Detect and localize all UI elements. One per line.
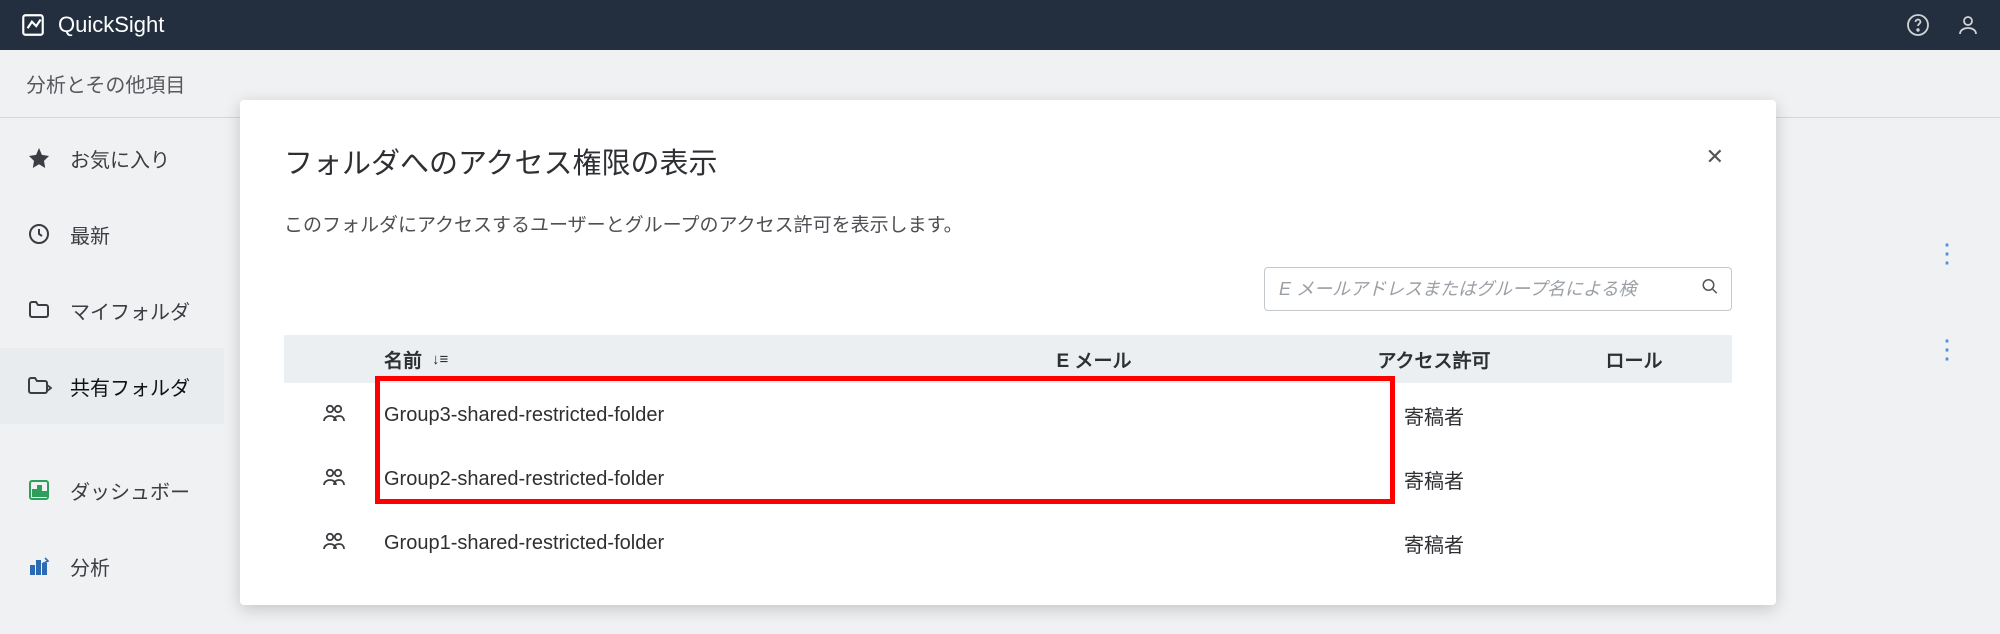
close-icon[interactable]: ✕ [1698,140,1732,174]
table-row: Group3-shared-restricted-folder 寄稿者 [284,383,1732,447]
row-name: Group2-shared-restricted-folder [384,468,864,491]
sort-icon: ↓≡ [432,351,448,368]
modal-header: フォルダへのアクセス権限の表示 ✕ [240,100,1776,182]
table-row: Group2-shared-restricted-folder 寄稿者 [284,447,1732,511]
row-name: Group3-shared-restricted-folder [384,404,864,427]
header-left: QuickSight [20,12,164,38]
table-row: Group1-shared-restricted-folder 寄稿者 [284,511,1732,575]
search-box[interactable] [1264,267,1732,311]
row-actions-column: ⋮ ⋮ [1934,240,1960,362]
col-header-role[interactable]: ロール [1544,346,1724,373]
table-body: Group3-shared-restricted-folder 寄稿者 Grou… [284,383,1732,575]
table-header: 名前 ↓≡ E メール アクセス許可 ロール [284,335,1732,383]
sidebar-item-analysis[interactable]: 分析 [0,528,224,604]
dashboard-icon [26,478,52,502]
col-header-name[interactable]: 名前 ↓≡ [384,346,864,373]
group-icon [322,531,346,556]
star-icon [26,146,52,170]
group-icon [322,403,346,428]
analysis-icon [26,554,52,578]
col-name-label: 名前 [384,346,422,373]
col-header-email[interactable]: E メール [864,346,1324,373]
modal-subtitle: このフォルダにアクセスするユーザーとグループのアクセス許可を表示します。 [240,182,1776,237]
sidebar-item-label: 最新 [70,220,110,249]
row-name: Group1-shared-restricted-folder [384,532,864,555]
modal-title: フォルダへのアクセス権限の表示 [284,140,718,182]
sidebar-item-favorites[interactable]: お気に入り [0,120,224,196]
row-access: 寄稿者 [1324,529,1544,558]
search-input[interactable] [1279,279,1691,300]
row-access: 寄稿者 [1324,401,1544,430]
sidebar-item-label: ダッシュボー [70,476,190,505]
search-icon [1701,278,1719,301]
row-access: 寄稿者 [1324,465,1544,494]
help-icon[interactable] [1906,13,1930,37]
quicksight-logo-icon [20,12,46,38]
access-table: 名前 ↓≡ E メール アクセス許可 ロール Group3-shared-res… [284,335,1732,575]
group-icon [322,467,346,492]
breadcrumb-text: 分析とその他項目 [26,69,185,98]
app-title: QuickSight [58,12,164,38]
row-actions-icon[interactable]: ⋮ [1934,240,1960,266]
header-right [1906,13,1980,37]
user-icon[interactable] [1956,13,1980,37]
sidebar-item-label: マイフォルダ [70,296,190,325]
sidebar-item-recent[interactable]: 最新 [0,196,224,272]
search-row [240,237,1776,311]
sidebar-item-label: お気に入り [70,144,170,173]
sidebar-item-label: 共有フォルダ [70,372,190,401]
col-header-access[interactable]: アクセス許可 [1324,346,1544,373]
sidebar: お気に入り 最新 マイフォルダ 共有フォルダ ダッシュボー [0,120,224,604]
top-header: QuickSight [0,0,2000,50]
sidebar-item-my-folder[interactable]: マイフォルダ [0,272,224,348]
sidebar-item-dashboard[interactable]: ダッシュボー [0,452,224,528]
clock-icon [26,222,52,246]
sidebar-item-label: 分析 [70,552,110,581]
folder-icon [26,298,52,322]
folder-access-modal: フォルダへのアクセス権限の表示 ✕ このフォルダにアクセスするユーザーとグループ… [240,100,1776,605]
sidebar-item-shared-folder[interactable]: 共有フォルダ [0,348,224,424]
shared-folder-icon [26,374,52,398]
row-actions-icon[interactable]: ⋮ [1934,336,1960,362]
page-body: 分析とその他項目 お気に入り 最新 マイフォルダ 共有フォルダ [0,50,2000,634]
